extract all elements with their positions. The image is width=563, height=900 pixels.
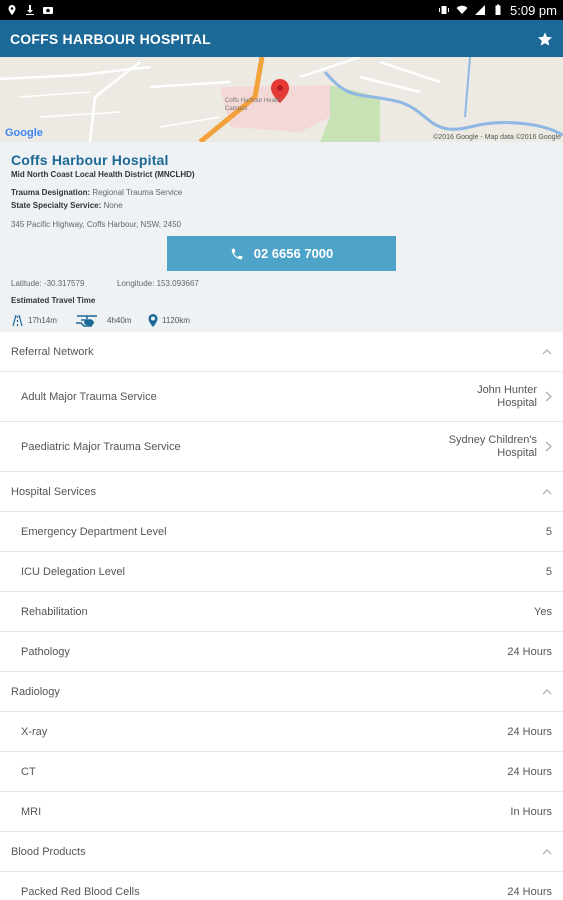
vibrate-icon <box>439 6 450 14</box>
travel-road: 17h14m <box>11 314 57 327</box>
item-label: CT <box>21 765 36 778</box>
item-label: MRI <box>21 805 42 818</box>
section-radiology[interactable]: Radiology <box>0 672 563 712</box>
chevron-up-icon <box>542 688 552 694</box>
download-icon <box>26 5 34 15</box>
item-label: Paediatric Major Trauma Service <box>21 440 181 453</box>
status-time: 5:09 pm <box>510 2 557 18</box>
phone-icon <box>231 248 242 259</box>
health-district: Mid North Coast Local Health District (M… <box>11 170 195 179</box>
list-item-rehabilitation: Rehabilitation Yes <box>0 592 563 632</box>
signal-icon <box>475 5 486 15</box>
travel-distance-value: 1120km <box>162 316 190 325</box>
chevron-up-icon <box>542 488 552 494</box>
chevron-right-icon <box>545 441 552 452</box>
map-view[interactable]: Google Coffs Harbour Health Campus ©2016… <box>0 57 563 142</box>
helicopter-icon <box>76 315 97 327</box>
latitude: Latitude: -30.317579 <box>11 279 85 288</box>
item-label: Rehabilitation <box>21 605 88 618</box>
list-item-icu-level: ICU Delegation Level 5 <box>0 552 563 592</box>
travel-road-time: 17h14m <box>28 316 57 325</box>
list-item-xray: X-ray 24 Hours <box>0 712 563 752</box>
item-value: 24 Hours <box>507 645 552 658</box>
item-value-line: Hospital <box>497 396 537 409</box>
photo-icon <box>43 7 53 14</box>
status-bar: 5:09 pm <box>0 0 563 20</box>
item-value: 24 Hours <box>507 765 552 778</box>
state-specialty-value: None <box>103 201 123 210</box>
item-value-line: Sydney Children's <box>448 433 537 446</box>
item-value: 5 <box>545 525 552 538</box>
list-item-pathology: Pathology 24 Hours <box>0 632 563 672</box>
item-value: 24 Hours <box>507 885 552 898</box>
section-title: Referral Network <box>11 345 94 358</box>
travel-air-time: 4h40m <box>107 316 132 325</box>
trauma-designation: Trauma Designation: Regional Trauma Serv… <box>11 188 182 197</box>
trauma-designation-value: Regional Trauma Service <box>92 188 183 197</box>
state-specialty: State Specialty Service: None <box>11 201 123 210</box>
item-value: In Hours <box>510 805 552 818</box>
list-item-ct: CT 24 Hours <box>0 752 563 792</box>
google-logo: Google <box>5 127 43 139</box>
item-label: Packed Red Blood Cells <box>21 885 140 898</box>
item-value: Yes <box>534 605 552 618</box>
hospital-address: 345 Pacific Highway, Coffs Harbour, NSW,… <box>11 220 182 229</box>
chevron-up-icon <box>542 348 552 354</box>
longitude: Longitude: 153.093667 <box>117 279 199 288</box>
favorite-star-icon[interactable] <box>537 31 553 47</box>
app-title: COFFS HARBOUR HOSPITAL <box>10 30 211 47</box>
trauma-designation-label: Trauma Designation: <box>11 188 91 197</box>
chevron-up-icon <box>542 848 552 854</box>
wifi-icon <box>456 5 468 14</box>
section-title: Blood Products <box>11 845 86 858</box>
details-list: Referral Network Adult Major Trauma Serv… <box>0 332 563 900</box>
list-item-adult-major-trauma[interactable]: Adult Major Trauma Service John Hunter H… <box>0 372 563 422</box>
phone-number: 02 6656 7000 <box>253 246 334 261</box>
hospital-info-panel: Coffs Harbour Hospital Mid North Coast L… <box>0 142 563 332</box>
travel-air: 4h40m <box>75 314 131 327</box>
item-label: ICU Delegation Level <box>21 565 125 578</box>
road-icon <box>12 314 23 327</box>
map-attribution: ©2016 Google - Map data ©2016 Google <box>433 134 561 141</box>
item-label: X-ray <box>21 725 48 738</box>
item-label: Pathology <box>21 645 70 658</box>
item-label: Emergency Department Level <box>21 525 167 538</box>
app-bar: COFFS HARBOUR HOSPITAL <box>0 20 563 57</box>
location-pin-icon <box>148 314 158 327</box>
item-value: 24 Hours <box>507 725 552 738</box>
list-item-paediatric-major-trauma[interactable]: Paediatric Major Trauma Service Sydney C… <box>0 422 563 472</box>
call-button[interactable]: 02 6656 7000 <box>167 236 396 271</box>
item-value: 5 <box>545 565 552 578</box>
section-referral-network[interactable]: Referral Network <box>0 332 563 372</box>
item-value-line: John Hunter <box>477 383 537 396</box>
travel-distance: 1120km <box>148 314 190 327</box>
list-item-mri: MRI In Hours <box>0 792 563 832</box>
location-icon <box>8 5 16 15</box>
chevron-right-icon <box>545 391 552 402</box>
section-hospital-services[interactable]: Hospital Services <box>0 472 563 512</box>
travel-time-title: Estimated Travel Time <box>11 296 96 305</box>
section-title: Hospital Services <box>11 485 96 498</box>
section-title: Radiology <box>11 685 60 698</box>
item-value-line: Hospital <box>497 446 537 459</box>
battery-icon <box>495 4 501 15</box>
state-specialty-label: State Specialty Service: <box>11 201 102 210</box>
hospital-name: Coffs Harbour Hospital <box>11 152 169 168</box>
item-label: Adult Major Trauma Service <box>21 390 157 403</box>
map-pin-label: Coffs Harbour Health Campus <box>225 98 282 112</box>
list-item-packed-red-blood-cells: Packed Red Blood Cells 24 Hours <box>0 872 563 900</box>
section-blood-products[interactable]: Blood Products <box>0 832 563 872</box>
list-item-emergency-level: Emergency Department Level 5 <box>0 512 563 552</box>
